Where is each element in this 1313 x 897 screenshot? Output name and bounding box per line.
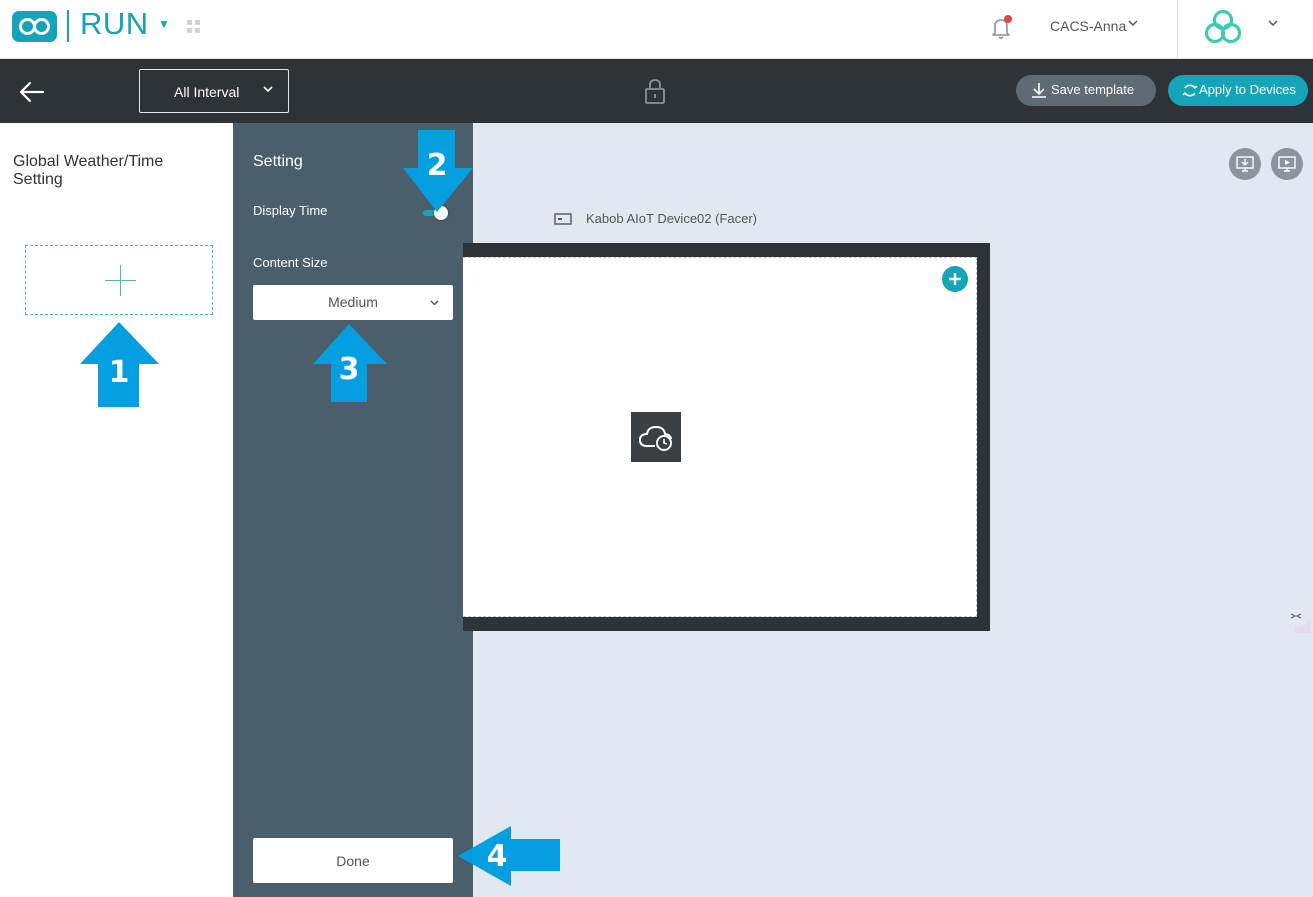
step-2-label: 2 [427,148,448,183]
weather-time-widget[interactable] [631,412,681,462]
step-4-arrow: 4 [458,826,560,886]
chevron-down-icon[interactable] [1126,16,1140,30]
interval-dropdown-value: All Interval [174,84,240,100]
apply-to-devices-button[interactable]: Apply to Devices [1168,75,1308,106]
device-name: Kabob AIoT Device02 (Facer) [586,211,758,226]
preview-screen-button[interactable] [1271,148,1303,180]
panel-title: Global Weather/Time Setting [13,153,164,188]
plus-icon [949,273,961,285]
widget-list-panel: Global Weather/Time Setting [0,123,233,897]
back-arrow-icon[interactable] [18,78,46,106]
download-icon [1032,83,1046,98]
plus-icon [120,265,121,296]
app-name[interactable]: RUN [80,6,149,42]
weather-time-icon [638,425,672,451]
app-logo[interactable] [12,11,57,42]
import-screen-button[interactable] [1229,148,1261,180]
chevron-down-icon[interactable] [1266,16,1280,30]
content-size-dropdown[interactable]: Medium [253,285,453,320]
content-size-value: Medium [328,294,378,310]
top-bar: RUN ▼ CACS-Anna [0,0,1313,59]
step-4-label: 4 [487,839,508,874]
chevron-down-icon [263,86,273,93]
setting-panel: Setting Display Time Content Size Medium… [233,123,473,897]
apply-to-devices-label: Apply to Devices [1199,82,1296,97]
monitor-play-icon [1278,156,1296,172]
lock-icon[interactable] [644,77,666,105]
notification-bell-icon[interactable] [988,14,1014,40]
step-2-arrow: 2 [403,130,473,212]
device-icon [554,213,572,225]
brand-rings-icon[interactable] [1203,9,1243,45]
step-3-label: 3 [339,352,360,387]
step-3-arrow: 3 [313,324,387,402]
monitor-download-icon [1236,156,1254,172]
display-time-label: Display Time [253,203,328,218]
logo-separator [67,10,69,42]
content-size-label: Content Size [253,255,328,270]
save-template-label: Save template [1051,82,1135,97]
add-zone-button[interactable] [942,266,968,292]
device-screen-area[interactable] [463,257,977,617]
panel-collapse-handle-icon[interactable] [1287,605,1313,635]
editor-toolbar: All Interval Save template Apply to Devi… [0,59,1313,123]
user-account-name[interactable]: CACS-Anna [1050,18,1126,34]
save-template-button[interactable]: Save template [1016,75,1156,106]
infinity-icon [19,18,50,35]
step-1-arrow: 1 [80,322,159,407]
done-button[interactable]: Done [253,838,453,883]
setting-panel-title: Setting [253,153,303,170]
apps-grid-icon[interactable] [187,20,200,33]
layout-canvas: Kabob AIoT Device02 (Facer) [463,123,1313,897]
done-button-label: Done [336,853,370,869]
header-divider [1177,0,1178,59]
step-1-label: 1 [109,355,130,390]
chevron-down-icon [430,300,439,306]
sync-icon [1182,84,1198,97]
interval-dropdown[interactable]: All Interval [139,69,289,113]
add-widget-zone[interactable] [25,245,213,315]
app-switch-caret-icon[interactable]: ▼ [158,17,170,31]
